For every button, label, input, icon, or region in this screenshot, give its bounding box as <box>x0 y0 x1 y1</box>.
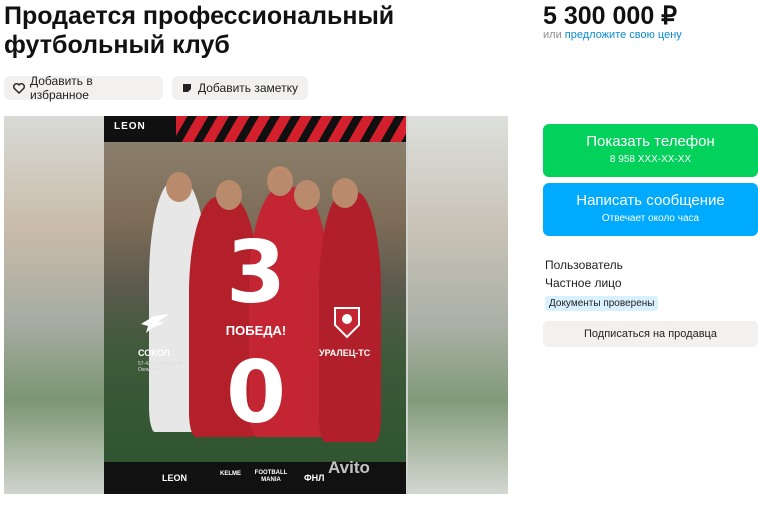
show-phone-button[interactable]: Показать телефон 8 958 XXX-XX-XX <box>543 124 758 177</box>
falcon-crest-icon <box>141 314 169 333</box>
poster-header: LEON <box>104 116 406 142</box>
poster-stripes <box>176 116 406 142</box>
team-away-name: УРАЛЕЦ-ТС <box>319 348 371 358</box>
sponsor-logo: FOOTBALL MANIA <box>254 470 288 483</box>
sponsor-logo: ФНЛ <box>304 473 325 483</box>
write-message-button[interactable]: Написать сообщение Отвечает около часа <box>543 183 758 236</box>
response-time: Отвечает около часа <box>601 213 700 224</box>
add-favorite-label: Добавить в избранное <box>30 74 93 102</box>
heart-icon <box>13 82 25 94</box>
sponsor-logo: LEON <box>162 473 188 483</box>
documents-verified-badge: Документы проверены <box>545 296 659 311</box>
sponsor-logo: KELME <box>220 471 241 477</box>
seller-type: Частное лицо <box>545 276 622 290</box>
avito-watermark: Avito <box>328 458 370 477</box>
note-icon <box>181 82 193 94</box>
gallery-blur-left <box>4 116 104 494</box>
player-head <box>267 166 293 196</box>
add-favorite-button[interactable]: Добавить в избранное <box>4 74 163 102</box>
poster-brand: LEON <box>114 121 146 132</box>
gallery-blur-right <box>408 116 508 494</box>
write-message-label: Написать сообщение <box>576 192 725 209</box>
uralets-crest-icon <box>334 307 360 339</box>
price-hint: или предложите свою цену <box>543 29 682 41</box>
listing-photo[interactable]: LEON 3 ПОБЕДА! 0 СОКОЛ 57-43' Шевфард 80… <box>104 116 406 494</box>
team-home-scorers: 57-43' Шевфард 80' Окоматиэ <box>138 361 184 373</box>
price-hint-prefix: или <box>543 29 562 41</box>
score-home: 3 <box>226 223 286 323</box>
price: 5 300 000 ₽ <box>543 2 678 30</box>
add-note-label: Добавить заметку <box>198 81 298 95</box>
phone-masked: 8 958 XXX-XX-XX <box>609 154 692 165</box>
team-home-name: СОКОЛ <box>138 348 170 358</box>
player-head <box>332 178 358 208</box>
score-away: 0 <box>226 343 286 443</box>
show-phone-label: Показать телефон <box>586 133 715 150</box>
subscribe-seller-button[interactable]: Подписаться на продавца <box>543 321 758 347</box>
offer-price-link[interactable]: предложите свою цену <box>565 29 682 41</box>
team-photo: 3 ПОБЕДА! 0 СОКОЛ 57-43' Шевфард 80' Око… <box>104 142 406 462</box>
player-head <box>294 180 320 210</box>
seller-name[interactable]: Пользователь <box>545 258 623 272</box>
listing-title: Продается профессиональный футбольный кл… <box>4 2 395 59</box>
player-head <box>216 180 242 210</box>
add-note-button[interactable]: Добавить заметку <box>172 76 308 100</box>
photo-gallery[interactable]: LEON 3 ПОБЕДА! 0 СОКОЛ 57-43' Шевфард 80… <box>4 116 508 494</box>
player-head <box>166 172 192 202</box>
result-text: ПОБЕДА! <box>225 323 287 338</box>
